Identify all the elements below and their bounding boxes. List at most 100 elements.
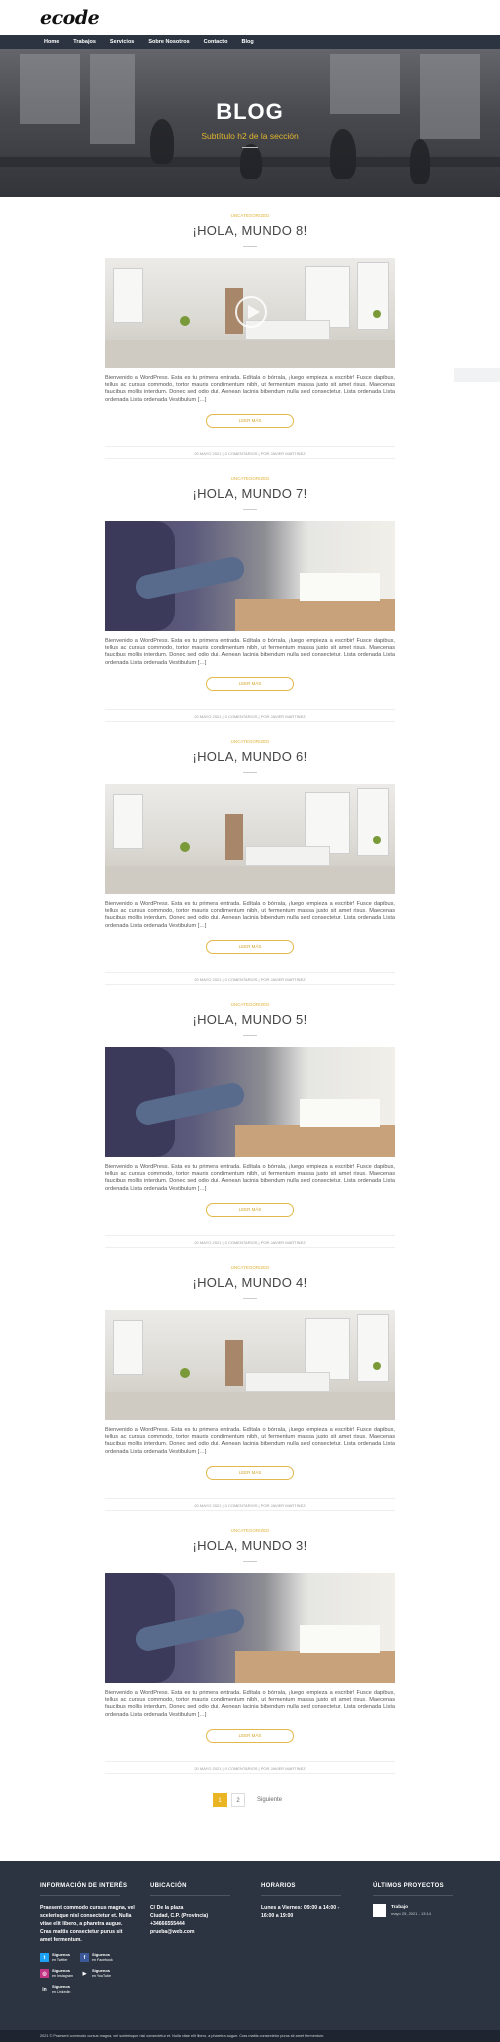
twitter-icon: t: [40, 1953, 49, 1962]
post-title[interactable]: ¡HOLA, MUNDO 3!: [105, 1538, 395, 1553]
read-more-button[interactable]: LEER MÁS: [206, 1728, 294, 1743]
blog-post: UNCATEGORIZED ¡HOLA, MUNDO 4! Bienvenido a…: [105, 1249, 395, 1511]
page-title: BLOG: [216, 99, 284, 124]
pagination: 1 2 Siguiente: [213, 1793, 282, 1807]
next-page-link[interactable]: Siguiente: [257, 1797, 282, 1803]
social-link[interactable]: in Síguenos en Linkedin: [40, 1984, 80, 1994]
post-excerpt: Bienvenido a WordPress. Esta es tu prime…: [105, 375, 395, 403]
blog-post: UNCATEGORIZED ¡HOLA, MUNDO 8! Bienvenido a…: [105, 197, 395, 459]
post-image[interactable]: [105, 1310, 395, 1420]
footer-hours-title: HORARIOS: [261, 1883, 296, 1889]
site-header: ecode: [0, 0, 500, 35]
footer-info: INFORMACIÓN DE INTERÉS Praesent commodo …: [40, 1883, 135, 1944]
nav-item-home[interactable]: Home: [44, 39, 59, 45]
nav-item-contacto[interactable]: Contacto: [204, 39, 228, 45]
post-meta: 20 MAYO 2021 | 0 COMENTARIOS | POR JAVIE…: [105, 971, 395, 985]
blog-post: UNCATEGORIZED ¡HOLA, MUNDO 7! Bienvenido a…: [105, 460, 395, 722]
post-title[interactable]: ¡HOLA, MUNDO 8!: [105, 223, 395, 238]
footer-hours: HORARIOS Lunes a Viernes: 09:00 a 14:00 …: [261, 1883, 346, 1920]
youtube-icon: ▶: [80, 1969, 89, 1978]
title-divider: [243, 509, 257, 510]
instagram-icon: ◎: [40, 1969, 49, 1978]
post-image[interactable]: [105, 258, 395, 368]
post-category[interactable]: UNCATEGORIZED: [105, 472, 395, 486]
project-item[interactable]: Trabajo mayo 25, 2021 - 13:14: [373, 1904, 463, 1917]
hero-banner: BLOG Subtítulo h2 de la sección: [0, 49, 500, 197]
read-more-button[interactable]: LEER MÁS: [206, 676, 294, 691]
project-thumbnail: [373, 1904, 386, 1917]
social-label: Síguenos en Twitter: [52, 1952, 71, 1962]
facebook-icon: f: [80, 1953, 89, 1962]
social-label: Síguenos en Linkedin: [52, 1984, 71, 1994]
nav-item-sobre-nosotros[interactable]: Sobre Nosotros: [148, 39, 189, 45]
social-link[interactable]: f Síguenos en Facebook: [80, 1952, 120, 1962]
footer-info-title: INFORMACIÓN DE INTERÉS: [40, 1883, 128, 1889]
post-image[interactable]: [105, 521, 395, 631]
post-image[interactable]: [105, 1573, 395, 1683]
post-excerpt: Bienvenido a WordPress. Esta es tu prime…: [105, 901, 395, 929]
post-title[interactable]: ¡HOLA, MUNDO 7!: [105, 486, 395, 501]
post-meta: 20 MAYO 2021 | 0 COMENTARIOS | POR JAVIE…: [105, 1497, 395, 1511]
post-title[interactable]: ¡HOLA, MUNDO 6!: [105, 749, 395, 764]
page-2-button[interactable]: 2: [231, 1793, 245, 1807]
read-more-button[interactable]: LEER MÁS: [206, 939, 294, 954]
email-line[interactable]: prueba@web.com: [150, 1929, 195, 1935]
title-divider: [243, 1298, 257, 1299]
blog-post: UNCATEGORIZED ¡HOLA, MUNDO 6! Bienvenido a…: [105, 723, 395, 985]
play-icon[interactable]: [235, 296, 267, 328]
post-excerpt: Bienvenido a WordPress. Esta es tu prime…: [105, 1690, 395, 1718]
phone-line[interactable]: +34666555444: [150, 1921, 185, 1927]
social-links: t Síguenos en Twitter f Síguenos en Facebook ◎…: [40, 1952, 120, 1994]
blog-post: UNCATEGORIZED ¡HOLA, MUNDO 5! Bienvenido a…: [105, 986, 395, 1248]
post-excerpt: Bienvenido a WordPress. Esta es tu prime…: [105, 1164, 395, 1192]
footer-info-text: Praesent commodo cursus magna, vel scele…: [40, 1905, 135, 1943]
nav-item-trabajos[interactable]: Trabajos: [73, 39, 96, 45]
post-excerpt: Bienvenido a WordPress. Esta es tu prime…: [105, 638, 395, 666]
social-link[interactable]: t Síguenos en Twitter: [40, 1952, 80, 1962]
post-image[interactable]: [105, 1047, 395, 1157]
read-more-button[interactable]: LEER MÁS: [206, 413, 294, 428]
footer-projects-title: ÚLTIMOS PROYECTOS: [373, 1883, 444, 1889]
page-1-button[interactable]: 1: [213, 1793, 227, 1807]
copyright-bar: 2021 © Praesent commodo cursus magna, ve…: [0, 2030, 500, 2042]
main-nav: Home Trabajos Servicios Sobre Nosotros C…: [0, 35, 500, 49]
post-category[interactable]: UNCATEGORIZED: [105, 998, 395, 1012]
read-more-button[interactable]: LEER MÁS: [206, 1202, 294, 1217]
post-meta: 20 MAYO 2021 | 0 COMENTARIOS | POR JAVIE…: [105, 1760, 395, 1774]
social-link[interactable]: ▶ Síguenos en YouTube: [80, 1968, 120, 1978]
side-tab[interactable]: [454, 368, 500, 382]
nav-item-servicios[interactable]: Servicios: [110, 39, 134, 45]
blog-post: UNCATEGORIZED ¡HOLA, MUNDO 3! Bienvenido a…: [105, 1512, 395, 1774]
address-line: C/ De la plaza: [150, 1905, 184, 1911]
footer-location-title: UBICACIÓN: [150, 1883, 187, 1889]
title-divider: [243, 1035, 257, 1036]
read-more-button[interactable]: LEER MÁS: [206, 1465, 294, 1480]
post-category[interactable]: UNCATEGORIZED: [105, 735, 395, 749]
post-category[interactable]: UNCATEGORIZED: [105, 1524, 395, 1538]
post-meta: 20 MAYO 2021 | 0 COMENTARIOS | POR JAVIE…: [105, 1234, 395, 1248]
post-title[interactable]: ¡HOLA, MUNDO 4!: [105, 1275, 395, 1290]
social-label: Síguenos en YouTube: [92, 1968, 112, 1978]
footer-location: UBICACIÓN C/ De la plaza Ciudad, C.P. (P…: [150, 1883, 240, 1936]
nav-item-blog[interactable]: Blog: [241, 39, 253, 45]
page-subtitle: Subtítulo h2 de la sección: [201, 131, 299, 141]
post-category[interactable]: UNCATEGORIZED: [105, 1261, 395, 1275]
post-category[interactable]: UNCATEGORIZED: [105, 209, 395, 223]
title-divider: [243, 246, 257, 247]
footer-hours-text: Lunes a Viernes: 09:00 a 14:00 - 16:00 a…: [261, 1905, 340, 1919]
post-image[interactable]: [105, 784, 395, 894]
site-footer: INFORMACIÓN DE INTERÉS Praesent commodo …: [0, 1861, 500, 2030]
project-date: mayo 25, 2021 - 13:14: [391, 1911, 432, 1916]
title-divider: [242, 147, 258, 148]
social-label: Síguenos en Instagram: [52, 1968, 73, 1978]
city-line: Ciudad, C.P. (Provincia): [150, 1913, 209, 1919]
title-divider: [243, 1561, 257, 1562]
footer-projects: ÚLTIMOS PROYECTOS Trabajo mayo 25, 2021 …: [373, 1883, 463, 1917]
site-logo[interactable]: ecode: [40, 7, 100, 29]
post-meta: 20 MAYO 2021 | 0 COMENTARIOS | POR JAVIE…: [105, 708, 395, 722]
post-meta: 20 MAYO 2021 | 0 COMENTARIOS | POR JAVIE…: [105, 445, 395, 459]
social-label: Síguenos en Facebook: [92, 1952, 113, 1962]
linkedin-icon: in: [40, 1985, 49, 1994]
social-link[interactable]: ◎ Síguenos en Instagram: [40, 1968, 80, 1978]
post-title[interactable]: ¡HOLA, MUNDO 5!: [105, 1012, 395, 1027]
